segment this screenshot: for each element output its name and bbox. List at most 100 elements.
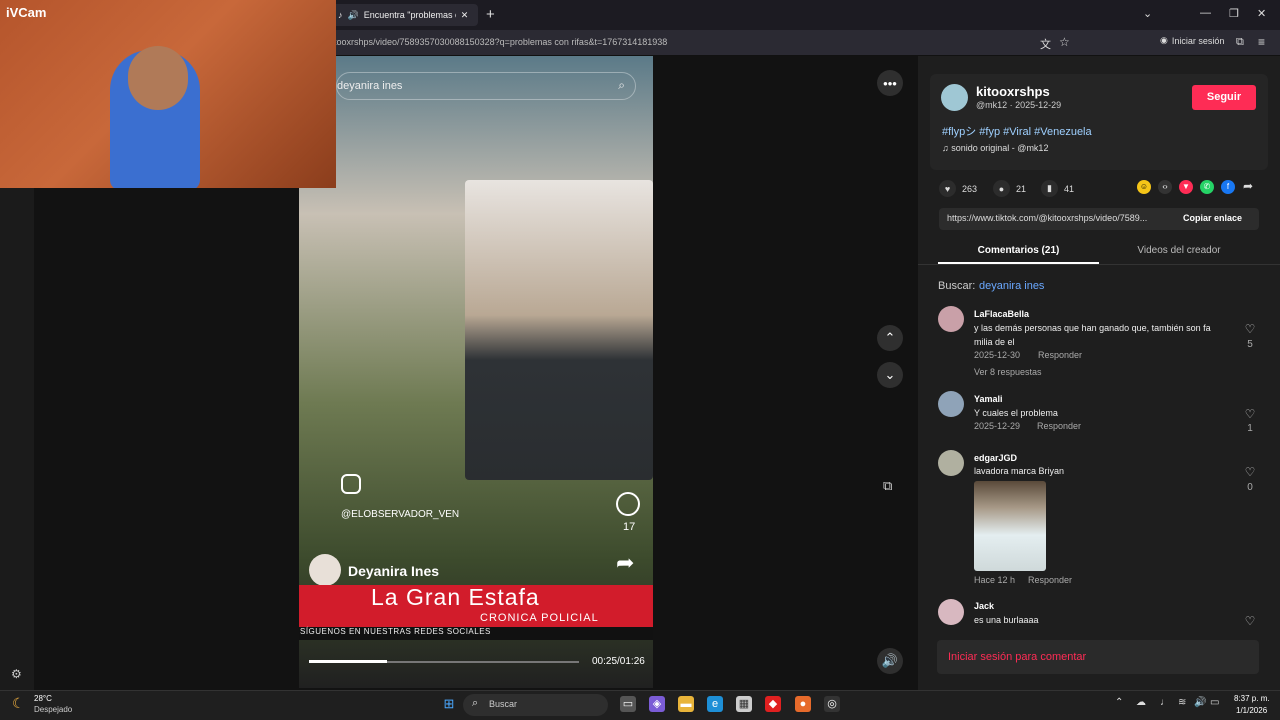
minimize-button[interactable]: — <box>1200 7 1211 19</box>
overlay-avatar <box>309 554 341 586</box>
browser-signin-button[interactable]: ◉ Iniciar sesión <box>1160 35 1224 46</box>
view-replies-button[interactable]: Ver 8 respuestas <box>974 367 1042 377</box>
whatsapp-icon[interactable]: ✆ <box>1200 180 1214 194</box>
avatar[interactable] <box>938 599 964 625</box>
firefox-icon[interactable]: ● <box>795 696 811 712</box>
comment-icon: ● <box>993 180 1010 197</box>
music-note-icon: ♫ <box>942 143 952 153</box>
taskbar-search[interactable]: Buscar <box>463 694 608 716</box>
creator-avatar[interactable] <box>941 84 968 111</box>
save-stat[interactable]: ▮ 41 <box>1041 180 1074 197</box>
tab-comments[interactable]: Comentarios (21) <box>938 245 1099 256</box>
translate-icon[interactable]: 文 <box>1040 36 1051 52</box>
weather-temp[interactable]: 28°C <box>34 694 52 703</box>
mic-icon[interactable]: ♩ <box>1160 697 1170 708</box>
volume-tray-icon[interactable]: 🔊 <box>1194 697 1206 708</box>
video-inset-frame <box>465 180 653 480</box>
left-sidebar <box>0 188 34 690</box>
login-to-comment-text[interactable]: Iniciar sesión para comentar <box>948 651 1086 663</box>
comment-text: Y cuales el problema <box>974 408 1058 418</box>
weather-moon-icon[interactable]: ☾ <box>12 695 25 712</box>
pip-icon[interactable]: ⧉ <box>883 478 892 494</box>
search-term-link[interactable]: deyanira ines <box>979 280 1044 292</box>
tab-title: Encuentra "problemas con <box>363 10 456 20</box>
new-tab-button[interactable]: + <box>486 6 495 23</box>
edge-icon[interactable]: e <box>707 696 723 712</box>
start-icon[interactable]: ⊞ <box>441 696 457 712</box>
avatar[interactable] <box>938 450 964 476</box>
comment-like-icon[interactable]: ♡ <box>1243 614 1257 628</box>
url-field[interactable]: tooxrshps/video/7589357030088150328?q=pr… <box>334 37 667 47</box>
reply-button[interactable]: Responder <box>1028 575 1072 585</box>
account-icon: ◉ <box>1160 35 1168 45</box>
app-2-icon[interactable]: ◎ <box>824 696 840 712</box>
send-icon[interactable]: ▼ <box>1179 180 1193 194</box>
clock-date[interactable]: 1/1/2026 <box>1236 706 1267 715</box>
task-view-icon[interactable]: ▭ <box>620 696 636 712</box>
comment-like-icon[interactable]: ♡ <box>1243 465 1257 479</box>
instagram-handle: @ELOBSERVADOR_VEN <box>341 509 460 520</box>
taskbar <box>0 690 1280 720</box>
battery-icon[interactable]: ▭ <box>1210 697 1219 708</box>
share-arrow-icon: ➦ <box>616 550 635 575</box>
comment-like-icon[interactable]: ♡ <box>1243 407 1257 421</box>
search-icon: ⌕ <box>618 78 625 92</box>
comment-like-icon[interactable]: ♡ <box>1243 322 1257 336</box>
app-icon[interactable]: ◆ <box>765 696 781 712</box>
maximize-button[interactable]: ❐ <box>1229 7 1239 20</box>
comment-stat[interactable]: ● 21 <box>993 180 1026 197</box>
embed-icon[interactable]: ‹› <box>1158 180 1172 194</box>
bookmark-star-icon[interactable]: ☆ <box>1059 35 1070 49</box>
weather-condition[interactable]: Despejado <box>34 705 72 714</box>
clock-time[interactable]: 8:37 p. m. <box>1234 694 1270 703</box>
webcam-label: iVCam <box>6 5 47 20</box>
share-link[interactable]: https://www.tiktok.com/@kitooxrshps/vide… <box>947 213 1172 223</box>
tray-chevron-icon[interactable]: ⌃ <box>1115 697 1123 708</box>
share-icon[interactable]: ➦ <box>1243 179 1253 193</box>
comment-text: y las demás personas que han ganado que,… <box>974 323 1211 347</box>
more-options-button[interactable]: ••• <box>877 70 903 96</box>
bookmark-icon: ▮ <box>1041 180 1058 197</box>
comment-image[interactable] <box>974 481 1046 571</box>
follow-button[interactable]: Seguir <box>1192 85 1256 110</box>
avatar[interactable] <box>938 391 964 417</box>
comment-user[interactable]: LaFlacaBella <box>974 309 1029 319</box>
copy-link-button[interactable]: Copiar enlace <box>1183 213 1242 223</box>
next-video-button[interactable]: ⌄ <box>877 362 903 388</box>
file-explorer-icon[interactable]: ▬ <box>678 696 694 712</box>
extensions-icon[interactable]: ⧉ <box>1236 36 1244 49</box>
menu-icon[interactable]: ≡ <box>1258 35 1265 49</box>
overlay-name: Deyanira Ines <box>348 563 440 579</box>
previous-video-button[interactable]: ⌃ <box>877 325 903 351</box>
tab-creator-videos[interactable]: Videos del creador <box>1099 245 1259 256</box>
comment-like-count: 5 <box>1247 339 1253 350</box>
tabs-divider <box>918 264 1280 265</box>
comment-user[interactable]: Jack <box>974 601 994 611</box>
close-tab-icon[interactable]: ✕ <box>461 10 469 21</box>
emoji-share-icon[interactable]: ☺ <box>1137 180 1151 194</box>
reply-button[interactable]: Responder <box>1038 350 1082 360</box>
creator-name[interactable]: kitooxrshps <box>976 84 1050 99</box>
avatar[interactable] <box>938 306 964 332</box>
like-stat[interactable]: ♥ 263 <box>939 180 977 197</box>
progress-fill <box>309 660 388 663</box>
comment-user[interactable]: edgarJGD <box>974 453 1017 463</box>
copilot-icon[interactable]: ◈ <box>649 696 665 712</box>
speaker-icon[interactable]: 🔊 <box>348 10 359 21</box>
wifi-icon[interactable]: ≋ <box>1178 697 1186 708</box>
post-hashtags[interactable]: #flypシ #fyp #Viral #Venezuela <box>942 123 1092 139</box>
reply-button[interactable]: Responder <box>1037 421 1081 431</box>
settings-gear-icon[interactable]: ⚙ <box>11 667 22 681</box>
volume-button[interactable]: 🔊 <box>877 648 903 674</box>
facebook-icon[interactable]: f <box>1221 180 1235 194</box>
video-overlay-count: 17 <box>623 521 636 533</box>
browser-tab[interactable]: ♪ 🔊 Encuentra "problemas con ✕ <box>330 4 478 26</box>
store-icon[interactable]: ▦ <box>736 696 752 712</box>
comment-text: es una burlaaaa <box>974 615 1039 625</box>
close-window-button[interactable]: ✕ <box>1257 7 1266 20</box>
comment-user[interactable]: Yamali <box>974 394 1003 404</box>
post-sound[interactable]: ♫ sonido original - @mk12 <box>942 143 1048 153</box>
cloud-icon[interactable]: ☁ <box>1136 697 1146 708</box>
tab-list-icon[interactable]: ⌄ <box>1143 7 1152 20</box>
comment-like-count: 0 <box>1247 482 1253 493</box>
